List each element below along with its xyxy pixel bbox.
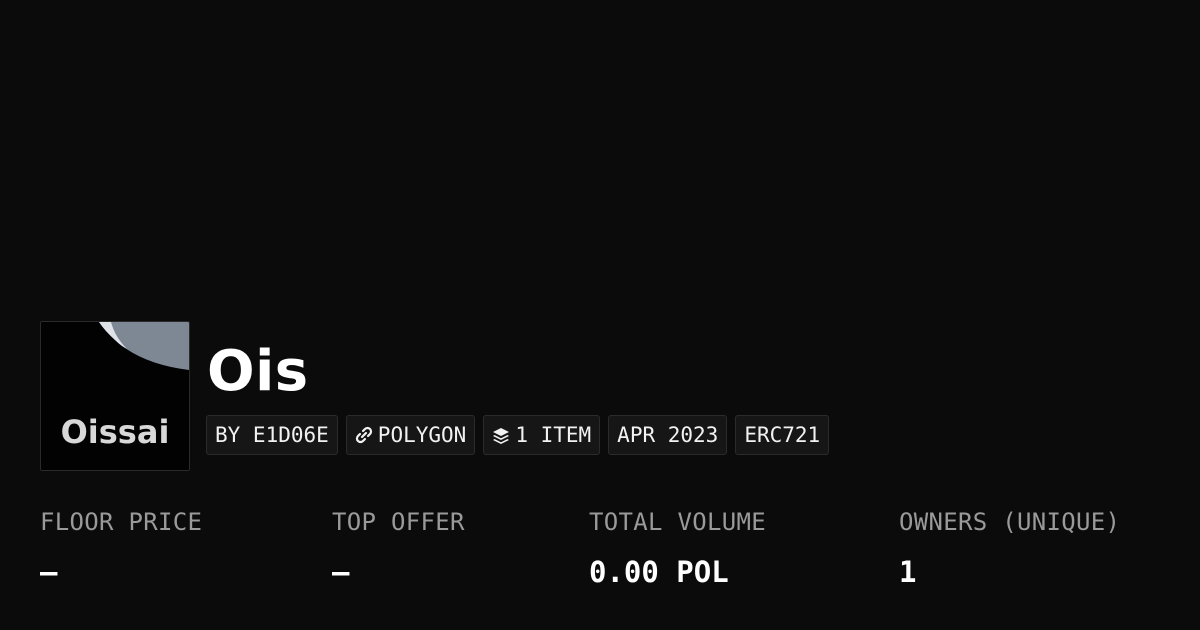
stat-top-offer-value: – — [332, 555, 350, 589]
tag-chain-label: POLYGON — [377, 423, 467, 447]
layers-icon — [492, 426, 510, 444]
stat-total-volume: TOTAL VOLUME 0.00 POL — [589, 502, 766, 592]
avatar-image: Oissai — [41, 322, 189, 470]
chain-link-icon — [355, 426, 373, 444]
tag-items-label: 1 ITEM — [515, 423, 592, 447]
stat-top-offer-label: TOP OFFER — [332, 508, 465, 536]
stat-top-offer: TOP OFFER – — [332, 502, 465, 592]
stat-owners: OWNERS (UNIQUE) 1 — [899, 502, 1120, 592]
collection-avatar: Oissai — [40, 321, 190, 471]
tag-creator-label: BY E1D06E — [215, 423, 329, 447]
tag-creator[interactable]: BY E1D06E — [206, 415, 338, 455]
stat-floor-price-label: FLOOR PRICE — [40, 508, 203, 536]
collection-tags: BY E1D06E POLYGON 1 ITEM APR 2023 ERC721 — [206, 415, 830, 455]
tag-token-standard-label: ERC721 — [744, 423, 821, 447]
tag-created-date: APR 2023 — [608, 415, 728, 455]
tag-token-standard: ERC721 — [735, 415, 830, 455]
stat-total-volume-value: 0.00 POL — [589, 555, 729, 589]
stat-floor-price-value: – — [40, 555, 58, 589]
tag-items[interactable]: 1 ITEM — [483, 415, 601, 455]
avatar-lettering: Oissai — [61, 413, 170, 451]
collection-banner — [0, 0, 1200, 300]
stat-total-volume-label: TOTAL VOLUME — [589, 508, 766, 536]
stat-owners-value: 1 — [899, 555, 917, 589]
tag-chain[interactable]: POLYGON — [345, 415, 476, 455]
collection-title: Ois — [207, 339, 309, 404]
collection-share-card: Oissai Ois BY E1D06E POLYGON 1 ITEM APR … — [0, 0, 1200, 630]
stat-floor-price: FLOOR PRICE – — [40, 502, 202, 592]
tag-created-date-label: APR 2023 — [617, 423, 719, 447]
stat-owners-label: OWNERS (UNIQUE) — [899, 508, 1121, 536]
